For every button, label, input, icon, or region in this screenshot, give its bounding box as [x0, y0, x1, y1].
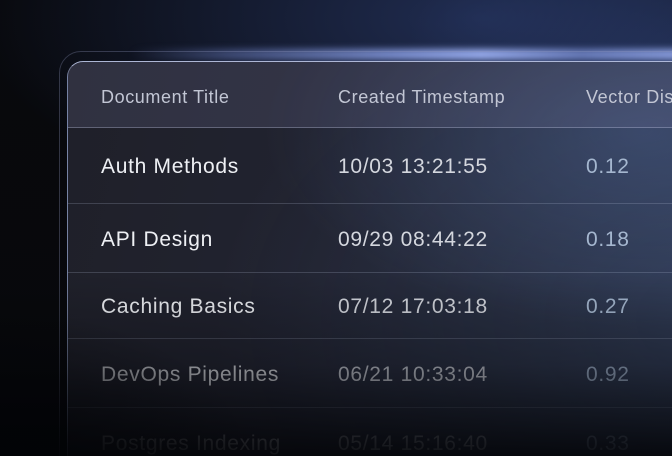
table-header-row: Document Title Created Timestamp Vector …: [68, 62, 672, 128]
document-title-cell: DevOps Pipelines: [101, 363, 338, 387]
column-header-created-timestamp: Created Timestamp: [338, 87, 586, 108]
table-row[interactable]: DevOps Pipelines 06/21 10:33:04 0.92: [68, 339, 672, 408]
vector-distance-cell: 0.18: [586, 228, 672, 252]
document-title-cell: API Design: [101, 228, 338, 252]
hero-background: Document Title Created Timestamp Vector …: [0, 0, 672, 456]
created-timestamp-cell: 06/21 10:33:04: [338, 363, 586, 387]
table-body: Auth Methods 10/03 13:21:55 0.12 API Des…: [68, 128, 672, 456]
created-timestamp-cell: 05/14 15:16:40: [338, 432, 586, 456]
vector-distance-cell: 0.27: [586, 295, 672, 319]
documents-table: Document Title Created Timestamp Vector …: [67, 61, 672, 456]
vector-distance-cell: 0.12: [586, 155, 672, 179]
document-title-cell: Caching Basics: [101, 295, 338, 319]
document-title-cell: Auth Methods: [101, 155, 338, 179]
table-row[interactable]: API Design 09/29 08:44:22 0.18: [68, 204, 672, 273]
document-title-cell: Postgres Indexing: [101, 432, 338, 456]
table-row[interactable]: Caching Basics 07/12 17:03:18 0.27: [68, 273, 672, 339]
vector-distance-cell: 0.33: [586, 432, 672, 456]
created-timestamp-cell: 07/12 17:03:18: [338, 295, 586, 319]
column-header-document-title: Document Title: [101, 87, 338, 108]
created-timestamp-cell: 09/29 08:44:22: [338, 228, 586, 252]
column-header-vector-distance: Vector Distance: [586, 87, 672, 108]
vector-distance-cell: 0.92: [586, 363, 672, 387]
table-row[interactable]: Postgres Indexing 05/14 15:16:40 0.33: [68, 408, 672, 456]
created-timestamp-cell: 10/03 13:21:55: [338, 155, 586, 179]
table-row[interactable]: Auth Methods 10/03 13:21:55 0.12: [68, 128, 672, 204]
